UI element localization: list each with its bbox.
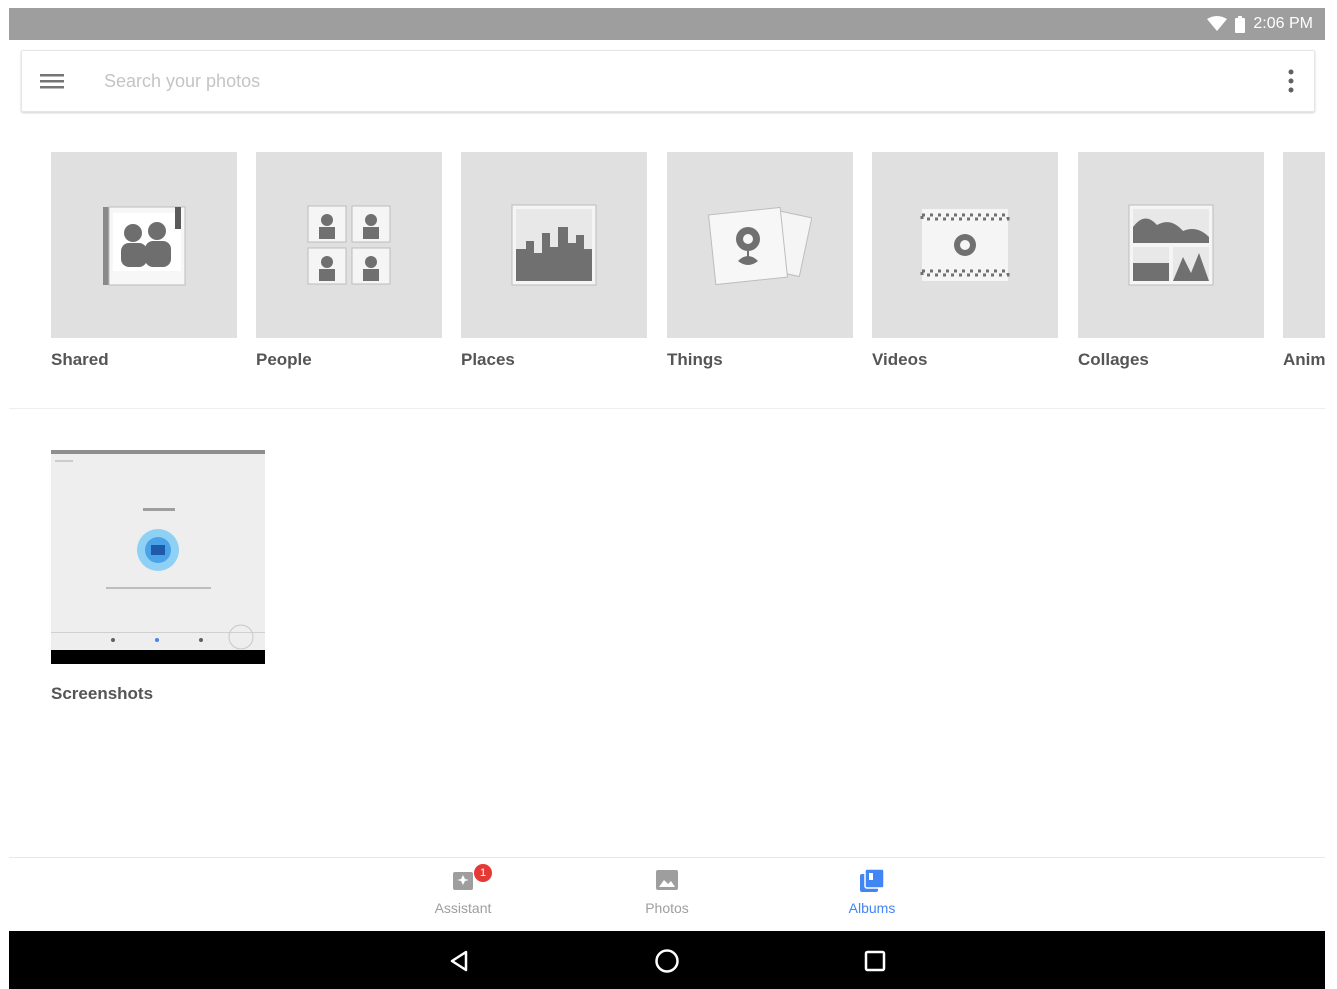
category-shared[interactable]: Shared [51,152,237,370]
category-label: People [256,350,312,369]
bottom-navigation: 1 Assistant Photos Albums [9,857,1325,931]
system-navigation-bar [9,931,1325,989]
album-label: Screenshots [51,684,154,703]
people-icon [256,152,442,338]
category-label: Anim [1283,350,1325,369]
category-collages[interactable]: Collages [1078,152,1264,370]
assistant-icon [451,872,475,896]
animations-icon [1283,152,1325,338]
nav-assistant[interactable]: 1 Assistant [393,864,533,916]
wifi-icon [1207,16,1228,32]
nav-label: Photos [645,900,689,916]
collages-icon [1078,152,1264,338]
category-label: Things [667,350,723,369]
category-label: Collages [1078,350,1149,369]
nav-label: Albums [848,900,896,916]
shared-album-icon [51,152,237,338]
menu-icon[interactable] [22,72,82,90]
status-bar: 2:06 PM [9,8,1325,40]
nav-label: Assistant [434,900,492,916]
notification-badge: 1 [474,864,492,882]
videos-icon [872,152,1058,338]
search-input[interactable]: Search your photos [82,71,1268,92]
nav-albums[interactable]: Albums [802,868,942,916]
category-label: Places [461,350,515,369]
more-options-icon[interactable] [1268,69,1314,93]
places-icon [461,152,647,338]
search-bar[interactable]: Search your photos [21,50,1315,112]
category-label: Shared [51,350,109,369]
category-row: Shared People Places Things Videos Colla… [51,152,1325,392]
category-people[interactable]: People [256,152,442,370]
section-divider [9,408,1325,409]
albums-icon [859,868,885,898]
category-animations[interactable]: Anim [1283,152,1325,370]
recents-icon[interactable] [860,946,890,976]
album-screenshots[interactable]: Screenshots [51,450,265,704]
device-screen: 2:06 PM Search your photos Shared People… [9,8,1325,989]
category-places[interactable]: Places [461,152,647,370]
home-icon[interactable] [652,946,682,976]
album-thumbnail [51,450,265,664]
things-icon [667,152,853,338]
category-things[interactable]: Things [667,152,853,370]
status-time: 2:06 PM [1253,15,1313,32]
nav-photos[interactable]: Photos [597,868,737,916]
category-label: Videos [872,350,928,369]
photos-icon [655,870,679,896]
category-videos[interactable]: Videos [872,152,1058,370]
battery-icon [1235,15,1246,33]
back-icon[interactable] [445,946,475,976]
